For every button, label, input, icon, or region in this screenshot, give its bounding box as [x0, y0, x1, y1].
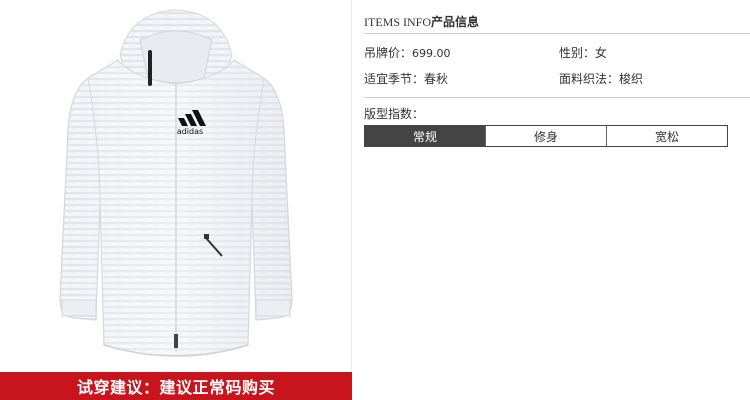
gender-row: 性别：女 — [559, 44, 607, 61]
product-info-panel: ITEMS INFO产品信息 吊牌价：699.00 性别：女 适宜季节：春秋 面… — [364, 0, 750, 400]
title-divider — [364, 33, 750, 34]
fit-option-loose: 宽松 — [606, 126, 727, 146]
gender-value: 女 — [595, 46, 608, 60]
info-title-cn: 产品信息 — [431, 15, 480, 29]
info-title-en: ITEMS INFO — [364, 15, 432, 29]
fabric-label: 面料织法： — [559, 72, 620, 86]
price-label: 吊牌价： — [364, 46, 413, 60]
price-row: 吊牌价：699.00 — [364, 44, 451, 61]
svg-text:adidas: adidas — [177, 127, 203, 136]
jacket-image: adidas — [59, 9, 293, 357]
section-divider — [364, 97, 750, 98]
season-label: 适宜季节： — [364, 72, 425, 86]
fit-suggestion-banner: 试穿建议：建议正常码购买 — [0, 372, 352, 400]
fabric-value: 梭织 — [619, 72, 644, 86]
gender-label: 性别： — [559, 46, 596, 60]
fit-option-slim: 修身 — [485, 126, 606, 146]
product-image-panel: adidas 试穿建议：建议正常码购买 — [0, 0, 352, 400]
season-row: 适宜季节：春秋 — [364, 70, 448, 87]
fit-index-scale: 常规 修身 宽松 — [364, 125, 728, 147]
fabric-row: 面料织法：梭织 — [559, 70, 643, 87]
price-value: 699.00 — [412, 47, 451, 60]
info-title: ITEMS INFO产品信息 — [364, 13, 479, 30]
fit-option-regular: 常规 — [365, 126, 485, 146]
season-value: 春秋 — [424, 72, 449, 86]
fit-index-label: 版型指数： — [364, 107, 425, 121]
